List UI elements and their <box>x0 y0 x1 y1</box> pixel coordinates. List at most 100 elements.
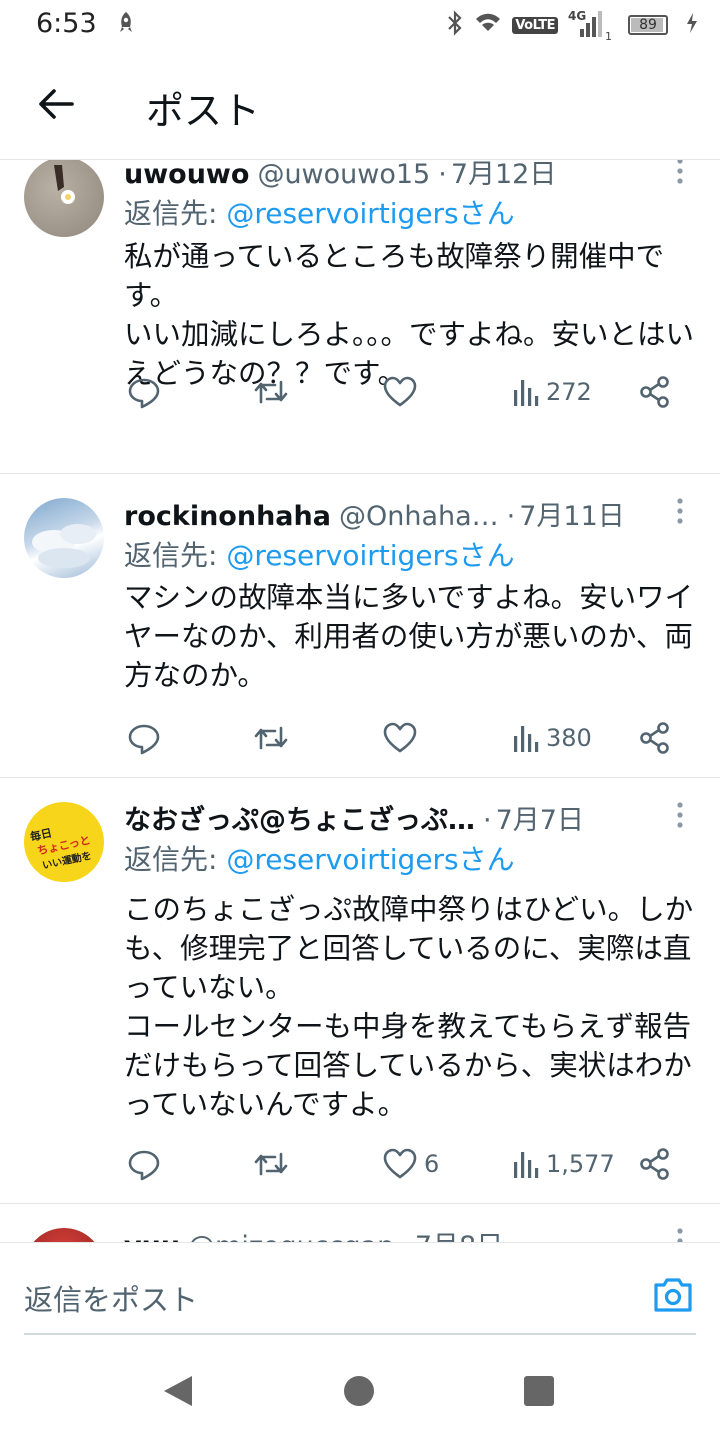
views-icon <box>514 380 539 406</box>
reply-prefix: 返信先: <box>124 197 227 230</box>
separator: · <box>506 501 516 532</box>
tweet-date[interactable]: 7月7日 <box>496 798 584 837</box>
reply-icon <box>128 724 160 755</box>
reply-button[interactable] <box>126 1144 162 1184</box>
user-handle[interactable]: @Onhaha… <box>339 501 499 532</box>
tweet[interactable]: uwouwo @uwouwo15 · 7月12日 返信先: @reservoir… <box>0 160 720 474</box>
retweet-icon <box>254 726 288 750</box>
notification-icon <box>116 11 136 41</box>
share-icon <box>640 1148 669 1180</box>
retweet-icon <box>254 380 288 404</box>
reply-button[interactable] <box>126 718 162 758</box>
reply-context: 返信先: @reservoirtigersさん <box>124 192 515 232</box>
tweet-actions: 6 1,577 <box>124 1144 684 1184</box>
separator: · <box>483 805 492 836</box>
share-button[interactable] <box>638 1144 672 1184</box>
retweet-button[interactable] <box>252 372 290 412</box>
retweet-button[interactable] <box>252 1144 290 1184</box>
sim-index: 1 <box>605 30 612 43</box>
status-time: 6:53 <box>36 8 97 39</box>
more-icon[interactable] <box>672 496 688 526</box>
tweet-date[interactable]: 7月11日 <box>519 494 625 533</box>
display-name[interactable]: なおざっぷ@ちょこざっぷ… <box>124 798 475 837</box>
views-button[interactable]: 380 <box>512 718 592 758</box>
nav-back-icon[interactable] <box>162 1374 194 1412</box>
separator: · <box>438 160 447 190</box>
tweet[interactable]: yuu @mizoguccgan · 7月8日 <box>0 1204 720 1242</box>
reply-prefix: 返信先: <box>124 843 227 876</box>
share-button[interactable] <box>638 718 672 758</box>
display-name[interactable]: uwouwo <box>124 160 249 190</box>
avatar[interactable]: 毎日 ちょこっと いい運動を <box>24 802 104 882</box>
tweet-header: rockinonhaha @Onhaha… · 7月11日 <box>124 494 640 533</box>
avatar[interactable] <box>24 160 104 237</box>
display-name[interactable]: yuu <box>124 1231 180 1242</box>
avatar[interactable] <box>24 498 104 578</box>
camera-icon[interactable] <box>652 1275 694 1315</box>
tweet-date[interactable]: 7月12日 <box>451 160 557 191</box>
retweet-icon <box>254 1152 288 1176</box>
views-button[interactable]: 272 <box>512 372 592 412</box>
tweet-text: 私が通っているところも故障祭り開催中です。 いい加減にしろよ。。。ですよね。安い… <box>124 240 695 390</box>
tweet-text: このちょこざっぷ故障中祭りはひどい。しかも、修理完了と回答しているのに、実際は直… <box>124 893 694 1121</box>
nav-recents-icon[interactable] <box>524 1376 554 1406</box>
view-count: 380 <box>546 724 592 752</box>
reply-icon <box>128 378 160 409</box>
status-indicators: VoLTE 4G 1 89 <box>446 9 668 43</box>
nav-home-icon[interactable] <box>344 1376 374 1406</box>
compose-underline <box>24 1333 696 1335</box>
reply-context: 返信先: @reservoirtigersさん <box>124 534 515 574</box>
view-count: 272 <box>546 378 592 406</box>
reply-prefix: 返信先: <box>124 539 227 572</box>
reply-timeline[interactable]: uwouwo @uwouwo15 · 7月12日 返信先: @reservoir… <box>0 160 720 1242</box>
share-icon <box>640 376 669 408</box>
more-icon[interactable] <box>672 800 688 830</box>
retweet-button[interactable] <box>252 718 290 758</box>
battery-icon: 89 <box>628 15 668 35</box>
back-arrow-icon[interactable] <box>34 82 78 126</box>
tweet-text: マシンの故障本当に多いですよね。安いワイヤーなのか、利用者の使い方が悪いのか、両… <box>124 581 694 692</box>
status-bar: 6:53 VoLTE 4G 1 89 <box>0 0 720 52</box>
system-nav-bar <box>0 1342 720 1440</box>
like-button[interactable]: 6 <box>382 1144 439 1184</box>
wifi-icon <box>474 11 502 39</box>
reply-icon <box>128 1150 160 1181</box>
like-button[interactable] <box>382 718 424 758</box>
like-count: 6 <box>424 1150 440 1178</box>
tweet-actions: 380 <box>124 718 684 758</box>
app-header: ポスト <box>0 52 720 160</box>
reply-mention[interactable]: @reservoirtigersさん <box>226 843 514 876</box>
tweet-header: uwouwo @uwouwo15 · 7月12日 <box>124 160 640 191</box>
reply-compose[interactable]: 返信をポスト <box>0 1242 720 1342</box>
page-title: ポスト <box>146 89 261 133</box>
user-handle[interactable]: @uwouwo15 <box>257 160 430 190</box>
user-handle[interactable]: @mizoguccgan <box>188 1231 394 1242</box>
display-name[interactable]: rockinonhaha <box>124 501 331 532</box>
charging-icon <box>686 12 698 38</box>
like-button[interactable] <box>382 372 424 412</box>
more-icon[interactable] <box>672 1226 688 1242</box>
signal-icon: 4G 1 <box>568 9 612 43</box>
tweet[interactable]: 毎日 ちょこっと いい運動を なおざっぷ@ちょこざっぷ… · 7月7日 返信先:… <box>0 778 720 1204</box>
view-count: 1,577 <box>546 1150 615 1178</box>
reply-input[interactable]: 返信をポスト <box>24 1277 198 1319</box>
like-icon <box>383 1148 417 1179</box>
separator: · <box>402 1231 411 1242</box>
tweet-header: なおざっぷ@ちょこざっぷ… · 7月7日 <box>124 798 640 837</box>
tweet[interactable]: rockinonhaha @Onhaha… · 7月11日 返信先: @rese… <box>0 474 720 778</box>
more-icon[interactable] <box>672 160 688 186</box>
views-icon <box>514 1152 539 1178</box>
tweet-actions: 272 <box>124 372 684 412</box>
tweet-header: yuu @mizoguccgan · 7月8日 <box>124 1224 640 1242</box>
tweet-date[interactable]: 7月8日 <box>415 1224 503 1242</box>
reply-mention[interactable]: @reservoirtigersさん <box>226 197 514 230</box>
share-button[interactable] <box>638 372 672 412</box>
bluetooth-icon <box>446 10 464 40</box>
volte-badge: VoLTE <box>512 16 558 34</box>
avatar[interactable] <box>24 1228 104 1242</box>
reply-button[interactable] <box>126 372 162 412</box>
views-button[interactable]: 1,577 <box>512 1144 615 1184</box>
reply-mention[interactable]: @reservoirtigersさん <box>226 539 514 572</box>
like-icon <box>383 722 417 753</box>
reply-context: 返信先: @reservoirtigersさん <box>124 838 515 878</box>
